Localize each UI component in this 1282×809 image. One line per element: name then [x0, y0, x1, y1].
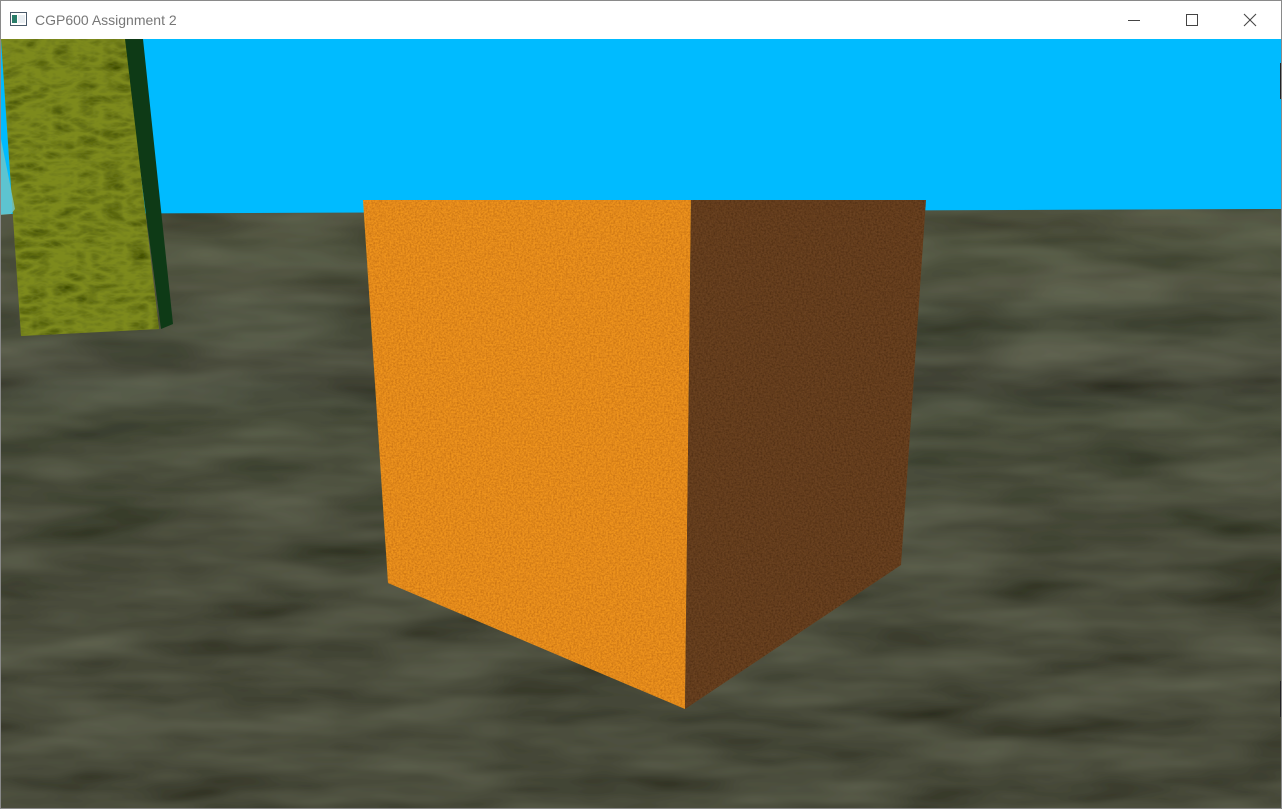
- title-bar[interactable]: CGP600 Assignment 2: [1, 1, 1281, 39]
- minimize-icon: [1128, 20, 1140, 21]
- minimize-button[interactable]: [1105, 1, 1163, 39]
- window-title: CGP600 Assignment 2: [35, 12, 177, 28]
- close-icon: [1243, 13, 1257, 27]
- maximize-button[interactable]: [1163, 1, 1221, 39]
- maximize-icon: [1186, 14, 1198, 26]
- app-icon: [10, 12, 27, 26]
- render-viewport[interactable]: [1, 39, 1281, 808]
- sky: [1, 39, 1281, 214]
- app-window: CGP600 Assignment 2: [0, 0, 1282, 809]
- close-button[interactable]: [1221, 1, 1279, 39]
- grass-textured-panel: [1, 39, 173, 336]
